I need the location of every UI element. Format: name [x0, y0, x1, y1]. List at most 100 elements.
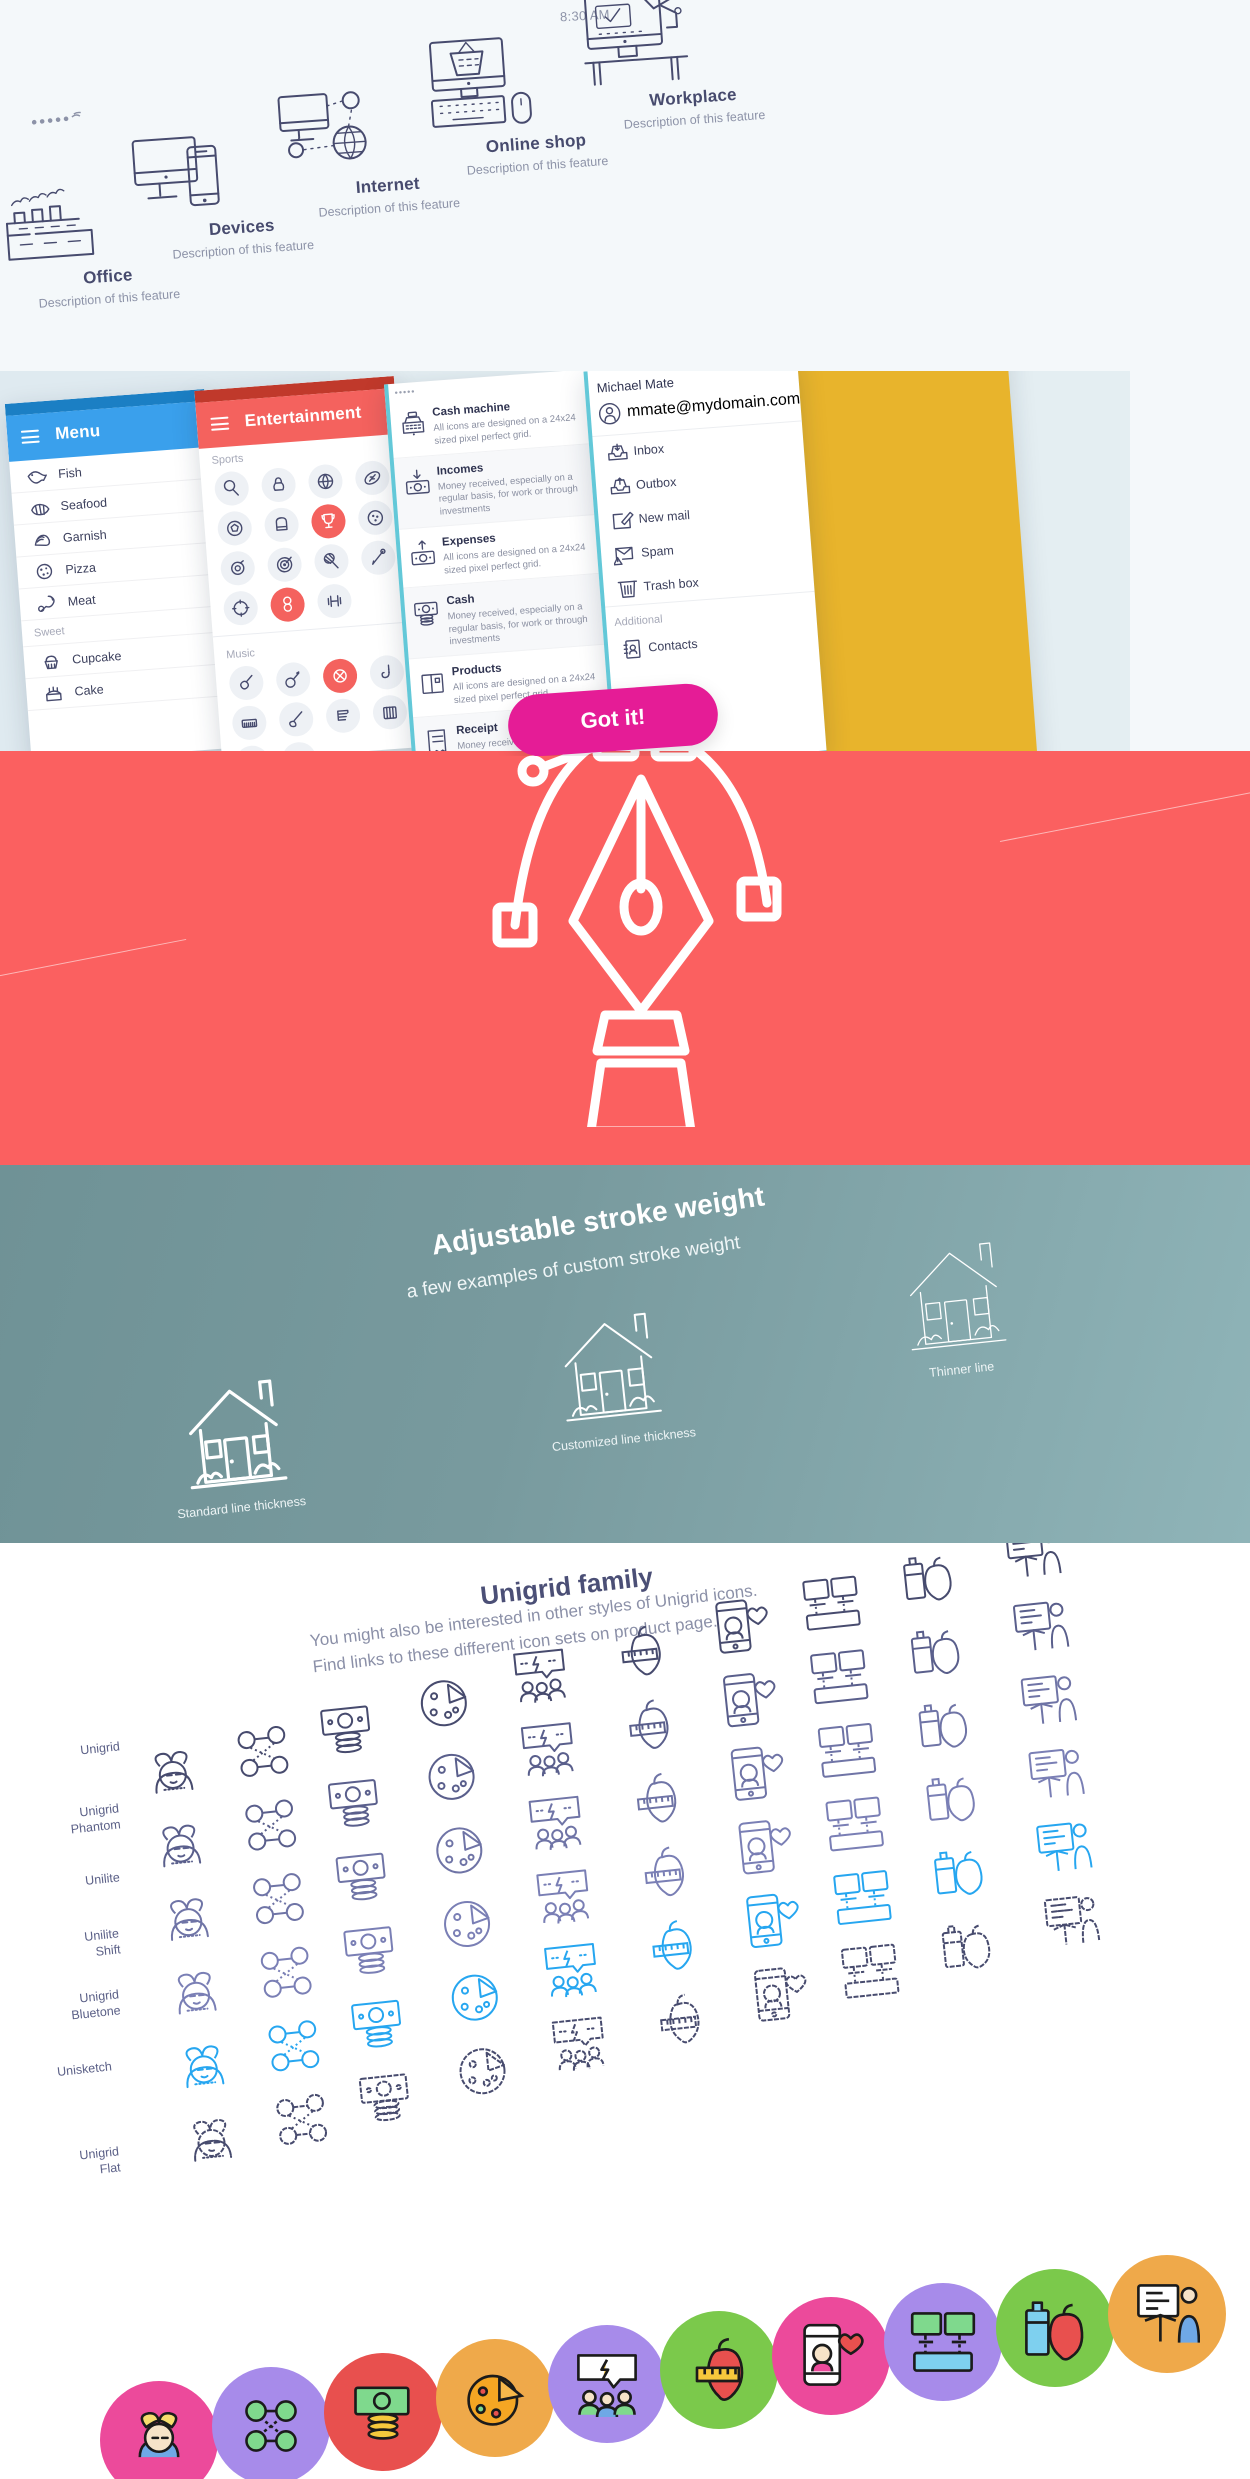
finance-row-title: Receipt	[455, 721, 499, 737]
icon-cell[interactable]	[212, 547, 262, 590]
icon-cell[interactable]	[315, 654, 365, 697]
mail-nav-label: Spam	[640, 543, 675, 560]
hamburger-menu-icon[interactable]	[210, 416, 230, 431]
finance-row-title: Incomes	[436, 461, 484, 478]
pingpong-icon	[213, 470, 250, 507]
house-sample-customized: Customized line thickness	[538, 1298, 697, 1454]
icon-cell[interactable]	[259, 543, 309, 586]
piano-icon	[371, 694, 408, 731]
whistle-icon	[219, 550, 256, 587]
menu-app-title: Menu	[54, 420, 101, 444]
meat-icon	[31, 593, 62, 613]
list-item-label: Cake	[73, 681, 105, 699]
finance-row-title: Expenses	[441, 532, 497, 549]
icon-cell[interactable]	[221, 661, 271, 704]
darts-icon	[265, 546, 303, 584]
pizza-icon	[29, 561, 60, 581]
target-icon	[222, 589, 259, 627]
stroke-weight-section: Adjustable stroke weight a few examples …	[0, 1165, 1250, 1545]
flat-icon-apple-measure[interactable]	[660, 2311, 778, 2429]
music-icon-grid	[215, 650, 422, 756]
boxing-glove-icon	[262, 506, 300, 544]
app-screens-section: Menu Fish Seafood Garnish Pizza Meat Swe…	[0, 371, 1250, 756]
expenses-icon	[401, 533, 443, 570]
list-item-label: Pizza	[64, 560, 97, 577]
avatar	[596, 400, 624, 428]
finance-row-desc: Money received, especially on a regular …	[447, 600, 589, 648]
cash-machine-icon	[392, 403, 434, 440]
trophy-icon	[309, 503, 347, 540]
icon-cell[interactable]	[253, 463, 303, 506]
flat-icon-money[interactable]	[324, 2353, 442, 2471]
mail-nav-label: Outbox	[635, 474, 677, 492]
house-icon	[564, 1312, 662, 1422]
icon-cell[interactable]	[303, 500, 353, 543]
flat-icon-pizza[interactable]	[436, 2339, 554, 2457]
flat-icon-chat-group[interactable]	[548, 2325, 666, 2443]
new-mail-icon	[606, 508, 640, 532]
house-sample-standard: Standard line thickness	[163, 1367, 307, 1522]
banjo-icon	[274, 661, 311, 698]
house-sample-thinner: Thinner line	[883, 1229, 1027, 1384]
rugby-icon	[353, 459, 391, 497]
pen-tool-icon	[492, 751, 782, 1127]
list-item-label: Cupcake	[71, 648, 122, 667]
sports-icon-grid	[200, 456, 411, 631]
soccer-icon	[216, 510, 253, 547]
shrimp-icon	[24, 497, 55, 517]
dumbbell-icon	[315, 582, 353, 620]
family-row-unisketch	[190, 1894, 1101, 2162]
ribbon-icon	[268, 586, 306, 623]
flat-icon-network[interactable]	[212, 2367, 330, 2479]
icon-cell[interactable]	[209, 507, 259, 550]
icon-cell[interactable]	[206, 467, 256, 510]
mail-nav-label: Trash box	[643, 575, 700, 594]
icon-cell[interactable]	[300, 460, 350, 503]
fish-icon	[22, 465, 53, 485]
kettlebell-icon	[259, 466, 297, 504]
inbox-icon	[601, 440, 635, 464]
flat-icon-groceries[interactable]	[996, 2269, 1114, 2387]
cake-icon	[38, 683, 69, 703]
icon-cell[interactable]	[224, 701, 274, 744]
presentation-page: 8:30 AM Office Description of this featu…	[0, 0, 1250, 2479]
spam-icon	[608, 542, 642, 566]
apps-right-backdrop	[1130, 371, 1250, 756]
bowling-icon	[356, 499, 394, 537]
icon-cell[interactable]	[268, 658, 318, 701]
guitar-icon	[227, 664, 265, 702]
feature-workplace[interactable]: Workplace Description of this feature	[570, 0, 810, 135]
icon-cell[interactable]	[262, 583, 312, 626]
flat-icon-presenter[interactable]	[1108, 2255, 1226, 2373]
flat-icon-screen-share[interactable]	[884, 2283, 1002, 2401]
baseball-icon	[359, 539, 397, 576]
finance-row-desc: Money received, especially on a regular …	[437, 471, 579, 518]
contacts-icon	[616, 637, 650, 661]
icon-cell[interactable]	[256, 503, 306, 546]
menu-app-screen[interactable]: Menu Fish Seafood Garnish Pizza Meat Swe…	[4, 389, 232, 756]
list-item-label: Seafood	[60, 495, 108, 513]
products-icon	[411, 662, 453, 699]
icon-cell[interactable]	[306, 540, 356, 583]
mail-nav-label: New mail	[638, 508, 691, 526]
flat-icon-girl[interactable]	[100, 2381, 218, 2479]
icon-cell[interactable]	[318, 694, 368, 737]
cupcake-icon	[36, 651, 67, 671]
icon-cell[interactable]	[271, 698, 321, 741]
pen-tool-section: Scalable to any sizes Suitable for any b…	[0, 751, 1250, 1167]
finance-row-title: Cash machine	[431, 401, 511, 419]
features-section: 8:30 AM Office Description of this featu…	[0, 0, 1250, 378]
hamburger-menu-icon[interactable]	[20, 429, 40, 444]
house-caption: Standard line thickness	[176, 1493, 307, 1522]
workplace-icon	[570, 0, 806, 90]
list-item-label: Garnish	[62, 527, 108, 545]
basketball-icon	[306, 463, 344, 500]
flat-icon-selfie-heart[interactable]	[772, 2297, 890, 2415]
family-row-unigrid-flat	[0, 2255, 1250, 2479]
icon-cell[interactable]	[215, 586, 265, 629]
incomes-icon	[396, 461, 438, 498]
icon-cell[interactable]	[309, 579, 359, 622]
list-item-label: Fish	[57, 464, 83, 481]
list-item-label: Meat	[67, 592, 97, 609]
mail-nav-label: Inbox	[633, 441, 665, 459]
